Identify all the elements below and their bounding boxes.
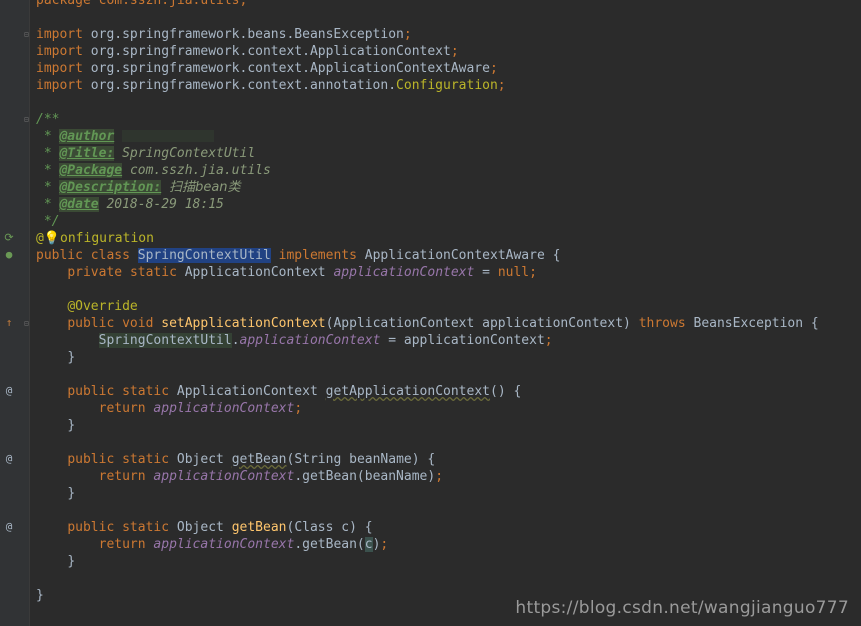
class-closing-brace[interactable]: } <box>36 587 44 604</box>
get-bean-class-body[interactable]: return applicationContext.getBean(c); <box>36 536 388 553</box>
javadoc-author[interactable]: * @author <box>36 128 215 145</box>
javadoc-date[interactable]: * @date 2018-8-29 18:15 <box>36 196 224 213</box>
at-icon[interactable]: @ <box>2 452 16 466</box>
implements-icon[interactable]: ● <box>2 248 16 262</box>
fold-marker-icon[interactable]: ⊟ <box>24 116 30 124</box>
set-method-signature[interactable]: public void setApplicationContext(Applic… <box>36 315 818 332</box>
import-line[interactable]: import org.springframework.beans.BeansEx… <box>36 26 412 43</box>
class-declaration-line[interactable]: public class SpringContextUtil implement… <box>36 247 560 264</box>
override-annotation-line[interactable]: @Override <box>36 298 137 315</box>
javadoc-close[interactable]: */ <box>36 213 60 230</box>
package-line[interactable]: package com.sszh.jia.utils; <box>36 0 247 9</box>
configuration-annotation-line[interactable]: @💡onfiguration <box>36 230 154 247</box>
override-icon[interactable]: ↑ <box>2 316 16 330</box>
at-icon[interactable]: @ <box>2 520 16 534</box>
get-context-signature[interactable]: public static ApplicationContext getAppl… <box>36 383 521 400</box>
import-line[interactable]: import org.springframework.context.Appli… <box>36 43 459 60</box>
editor-gutter[interactable]: ⊟ ⊟ ⟳ ● ↑ ⊟ @ @ @ <box>0 0 30 626</box>
closing-brace[interactable]: } <box>36 417 75 434</box>
closing-brace[interactable]: } <box>36 349 75 366</box>
fold-marker-icon[interactable]: ⊟ <box>24 31 30 39</box>
implements-icon[interactable]: ⟳ <box>2 231 16 245</box>
set-method-body[interactable]: SpringContextUtil.applicationContext = a… <box>36 332 553 349</box>
redacted-author <box>122 130 215 142</box>
javadoc-description[interactable]: * @Description: 扫描bean类 <box>36 179 241 196</box>
fold-marker-icon[interactable]: ⊟ <box>24 320 30 328</box>
closing-brace[interactable]: } <box>36 553 75 570</box>
get-bean-name-body[interactable]: return applicationContext.getBean(beanNa… <box>36 468 443 485</box>
caret-highlight: c <box>364 537 373 552</box>
get-context-body[interactable]: return applicationContext; <box>36 400 303 417</box>
code-editor[interactable]: ⊟ ⊟ ⟳ ● ↑ ⊟ @ @ @ package com.sszh.jia.u… <box>0 0 861 626</box>
watermark: https://blog.csdn.net/wangjianguo777 <box>515 598 849 618</box>
import-line[interactable]: import org.springframework.context.annot… <box>36 77 506 94</box>
lightbulb-icon[interactable]: 💡 <box>44 231 60 246</box>
javadoc-open[interactable]: /** <box>36 111 59 128</box>
javadoc-package[interactable]: * @Package com.sszh.jia.utils <box>36 162 271 179</box>
at-icon[interactable]: @ <box>2 384 16 398</box>
package-statement: package com.sszh.jia.utils; <box>36 0 248 8</box>
import-line[interactable]: import org.springframework.context.Appli… <box>36 60 498 77</box>
get-bean-name-signature[interactable]: public static Object getBean(String bean… <box>36 451 435 468</box>
field-declaration-line[interactable]: private static ApplicationContext applic… <box>36 264 537 281</box>
closing-brace[interactable]: } <box>36 485 75 502</box>
javadoc-title[interactable]: * @Title: SpringContextUtil <box>36 145 255 162</box>
get-bean-class-signature[interactable]: public static Object getBean(Class c) { <box>36 519 372 536</box>
selected-class-name[interactable]: SpringContextUtil <box>137 248 271 263</box>
